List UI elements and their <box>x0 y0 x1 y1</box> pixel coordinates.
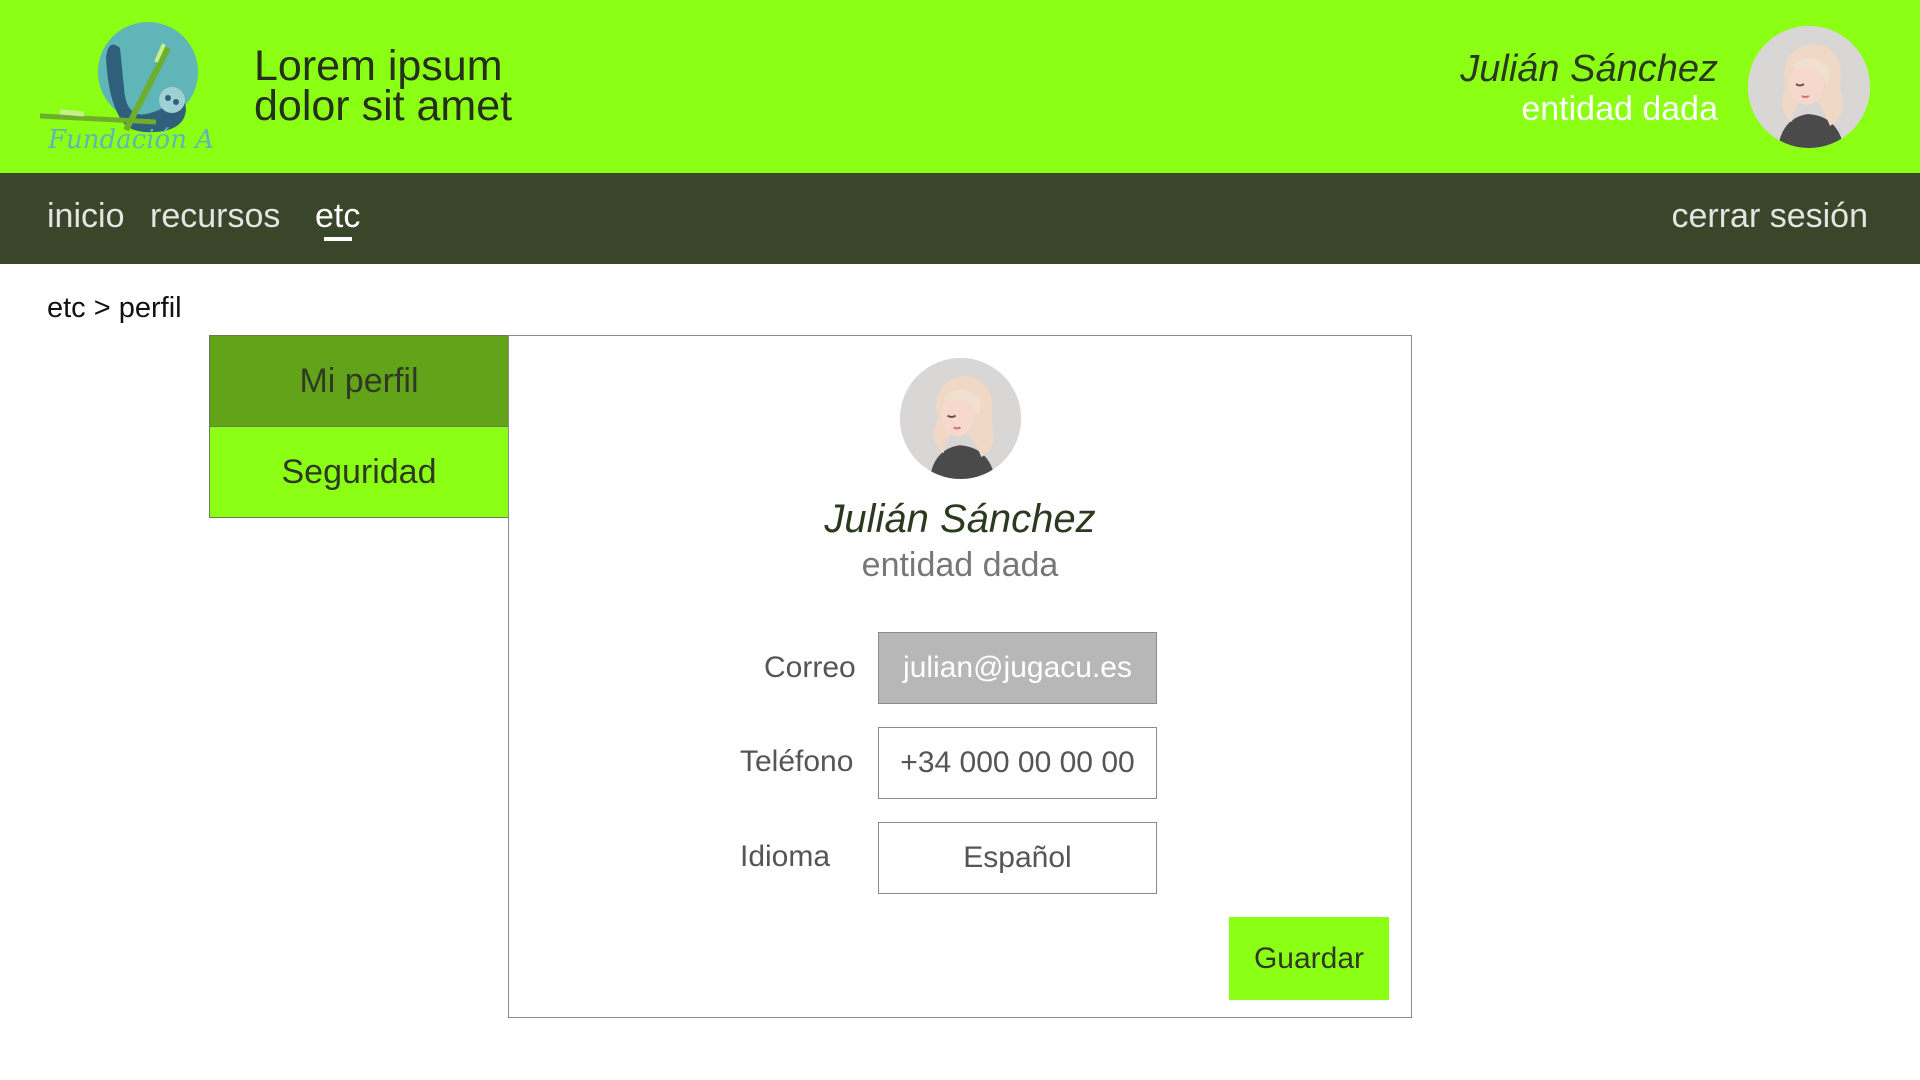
logo-text: Fundación A <box>47 125 214 155</box>
profile-entity: entidad dada <box>861 546 1059 584</box>
user-info: Julián Sánchez entidad dada <box>1460 48 1718 128</box>
breadcrumb: etc > perfil <box>47 292 182 324</box>
active-nav-indicator <box>324 237 352 241</box>
app-header: Fundación A Lorem ipsum dolor sit amet J… <box>0 0 1920 173</box>
nav-item-inicio[interactable]: inicio <box>47 197 124 236</box>
user-avatar[interactable] <box>1748 26 1870 148</box>
email-field: julian@jugacu.es <box>878 632 1157 704</box>
logout-link[interactable]: cerrar sesión <box>1671 197 1868 236</box>
foundation-logo[interactable]: Fundación A <box>36 18 226 158</box>
profile-avatar[interactable] <box>900 358 1021 479</box>
user-name: Julián Sánchez <box>1460 48 1718 90</box>
phone-field[interactable]: +34 000 00 00 00 <box>878 727 1157 799</box>
user-entity: entidad dada <box>1521 90 1718 128</box>
tab-seguridad[interactable]: Seguridad <box>209 426 509 518</box>
email-label: Correo <box>764 651 856 684</box>
tab-mi-perfil-label: Mi perfil <box>299 361 419 400</box>
brand-line-2: dolor sit amet <box>254 82 513 130</box>
nav-item-recursos[interactable]: recursos <box>150 197 280 236</box>
language-select[interactable]: Español <box>878 822 1157 894</box>
profile-name: Julián Sánchez <box>824 497 1096 541</box>
nav-item-etc[interactable]: etc <box>315 197 360 236</box>
brand-line-1: Lorem ipsum <box>254 42 503 90</box>
language-label: Idioma <box>740 840 831 873</box>
tab-mi-perfil[interactable]: Mi perfil <box>209 335 509 427</box>
brand-title: Lorem ipsum dolor sit amet <box>254 42 513 130</box>
main-nav: inicio recursos etc cerrar sesión <box>0 173 1920 264</box>
phone-label: Teléfono <box>740 745 854 778</box>
tab-seguridad-label: Seguridad <box>281 452 437 491</box>
save-button[interactable]: Guardar <box>1229 917 1389 1000</box>
